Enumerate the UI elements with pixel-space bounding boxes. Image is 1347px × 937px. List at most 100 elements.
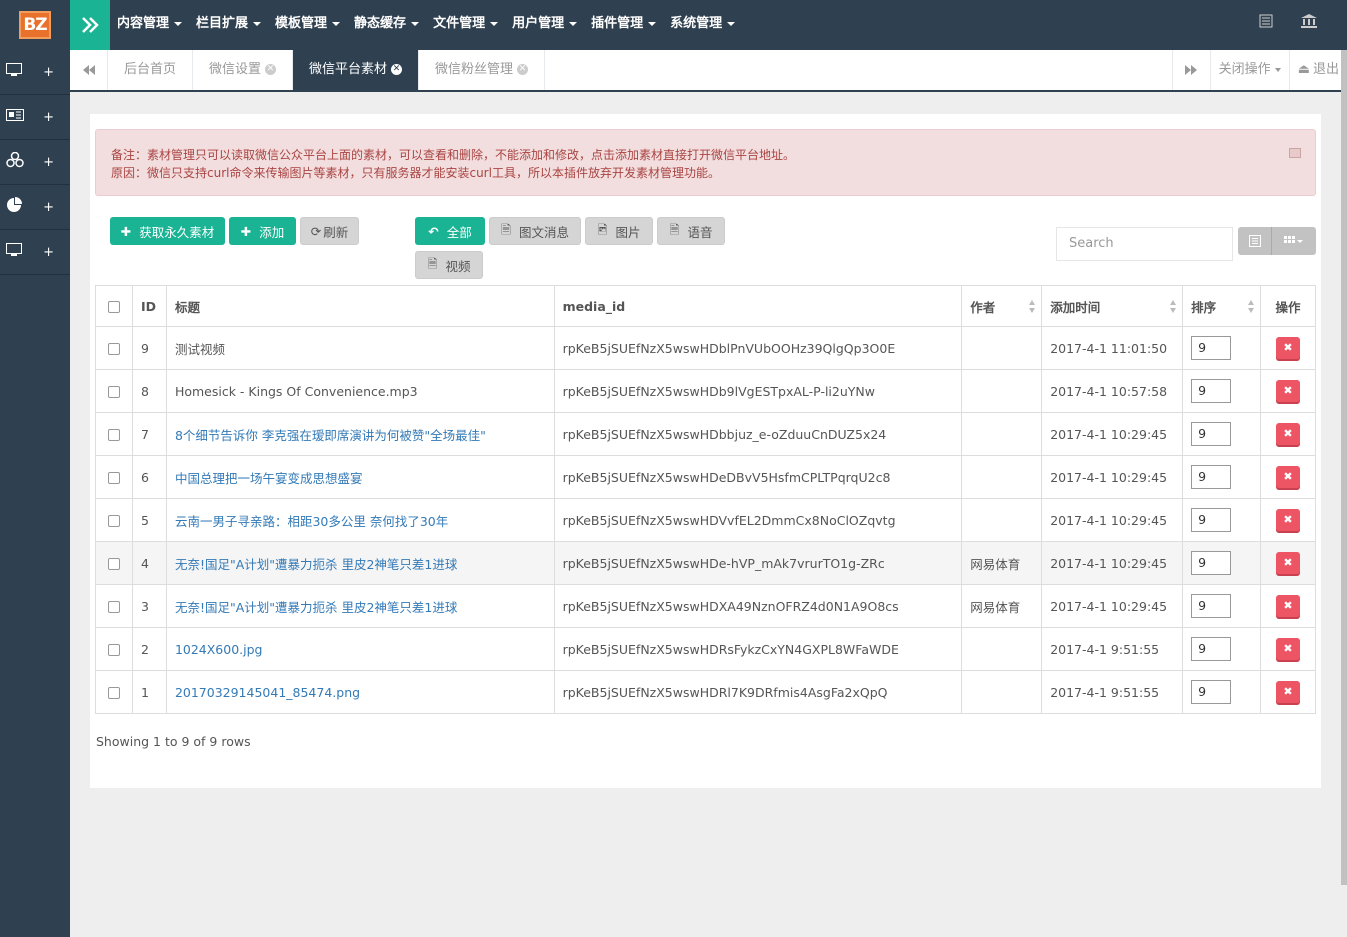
filter-video-button[interactable]: 🗎 视频: [415, 251, 483, 279]
select-all-checkbox[interactable]: [107, 301, 120, 313]
order-input[interactable]: 9: [1191, 465, 1232, 489]
tab-item[interactable]: 微信设置 ✕: [193, 50, 294, 90]
row-checkbox[interactable]: [107, 558, 120, 570]
app-logo[interactable]: BZ: [0, 0, 70, 50]
delete-button[interactable]: ✖: [1276, 638, 1301, 660]
chevron-down-icon: [332, 21, 341, 26]
order-input[interactable]: 9: [1191, 680, 1232, 704]
column-header-order[interactable]: 排序: [1182, 285, 1262, 327]
time-header-label: 添加时间: [1050, 299, 1101, 315]
delete-button[interactable]: ✖: [1276, 681, 1301, 703]
topnav-item[interactable]: 模板管理: [268, 0, 347, 50]
cell-media-id: rpKeB5jSUEfNzX5wswHDblPnVUbOOHz39QlgQp3O…: [553, 326, 963, 370]
tab-scroll-right-button[interactable]: [1171, 50, 1210, 90]
image-icon: 🖻: [597, 221, 608, 237]
row-checkbox[interactable]: [107, 601, 120, 613]
topnav-item[interactable]: 静态缓存: [347, 0, 426, 50]
close-ops-label: 关闭操作: [1218, 62, 1271, 77]
cell-title[interactable]: 20170329145041_85474.png: [165, 670, 555, 714]
order-input[interactable]: 9: [1191, 551, 1232, 575]
order-input[interactable]: 9: [1191, 637, 1232, 661]
delete-button[interactable]: ✖: [1276, 509, 1301, 531]
cell-title[interactable]: 无奈!国足"A计划"遭暴力扼杀 里皮2神笔只差1进球: [165, 541, 555, 585]
filter-all-button[interactable]: ↶ 全部: [415, 217, 485, 245]
alert-close-icon[interactable]: [1289, 148, 1301, 158]
sidebar-item[interactable]: +: [0, 230, 70, 275]
add-button[interactable]: ✚ 添加: [229, 217, 296, 245]
delete-button[interactable]: ✖: [1276, 380, 1301, 402]
cell-title[interactable]: 8个细节告诉你 李克强在瑷即席演讲为何被赞"全场最佳": [165, 412, 555, 456]
sidebar-item[interactable]: +: [0, 185, 70, 230]
row-checkbox[interactable]: [107, 429, 120, 441]
refresh-button[interactable]: ⟳ 刷新: [300, 217, 359, 245]
row-checkbox[interactable]: [107, 687, 120, 699]
double-chevron-right-icon: [82, 17, 99, 33]
column-header-media-id: media_id: [553, 285, 963, 327]
bank-icon[interactable]: [1301, 14, 1317, 28]
close-icon[interactable]: ✕: [265, 64, 277, 75]
topnav-item[interactable]: 内容管理: [110, 0, 189, 50]
tab-label: 微信平台素材: [309, 62, 388, 77]
search-input[interactable]: Search: [1056, 227, 1233, 261]
delete-button[interactable]: ✖: [1276, 466, 1301, 488]
list-view-button[interactable]: [1238, 227, 1271, 255]
cell-media-id: rpKeB5jSUEfNzX5wswHDb9lVgESTpxAL-P-li2uY…: [553, 369, 963, 413]
tab-item[interactable]: 微信粉丝管理 ✕: [419, 50, 546, 90]
order-input[interactable]: 9: [1191, 379, 1232, 403]
columns-dropdown-button[interactable]: [1271, 227, 1316, 255]
close-icon[interactable]: ✕: [517, 64, 529, 75]
refresh-label: 刷新: [323, 224, 349, 240]
cell-title[interactable]: 中国总理把一场午宴变成思想盛宴: [165, 455, 555, 499]
pie-chart-icon: [6, 197, 22, 217]
cell-title[interactable]: 云南一男子寻亲路：相距30多公里 奈何找了30年: [165, 498, 555, 542]
sidebar-item[interactable]: +: [0, 50, 70, 95]
grid-icon: [1284, 236, 1303, 243]
delete-button[interactable]: ✖: [1276, 595, 1301, 617]
topnav-item[interactable]: 文件管理: [426, 0, 505, 50]
backward-icon: [82, 65, 95, 75]
row-checkbox[interactable]: [107, 644, 120, 656]
order-input[interactable]: 9: [1191, 594, 1232, 618]
row-checkbox[interactable]: [107, 343, 120, 355]
delete-button[interactable]: ✖: [1276, 337, 1301, 359]
table-row: 3 无奈!国足"A计划"遭暴力扼杀 里皮2神笔只差1进球 rpKeB5jSUEfNz…: [95, 584, 1316, 628]
tab-item[interactable]: 后台首页: [108, 50, 194, 90]
cell-author: [961, 412, 1043, 456]
close-icon[interactable]: ✕: [391, 64, 403, 75]
topnav-item[interactable]: 系统管理: [663, 0, 742, 50]
filter-news-button[interactable]: 🗎 图文消息: [489, 217, 581, 245]
column-header-time[interactable]: 添加时间: [1041, 285, 1184, 327]
row-checkbox[interactable]: [107, 515, 120, 527]
sidebar-item[interactable]: +: [0, 140, 70, 185]
topnav-item[interactable]: 插件管理: [584, 0, 663, 50]
order-input[interactable]: 9: [1191, 336, 1232, 360]
close-ops-dropdown[interactable]: 关闭操作: [1209, 50, 1289, 90]
topnav-label: 模板管理: [275, 16, 328, 31]
row-checkbox[interactable]: [107, 472, 120, 484]
fetch-permanent-button[interactable]: ✚ 获取永久素材: [110, 217, 225, 245]
forward-icon: [1185, 65, 1198, 75]
order-input[interactable]: 9: [1191, 422, 1232, 446]
delete-button[interactable]: ✖: [1276, 423, 1301, 445]
topnav-item[interactable]: 栏目扩展: [189, 0, 268, 50]
cell-author: [961, 498, 1043, 542]
sidebar-toggle-button[interactable]: [70, 0, 110, 50]
column-header-author[interactable]: 作者: [961, 285, 1043, 327]
view-toggle: [1238, 227, 1316, 255]
logout-button[interactable]: ⏏ 退出: [1288, 50, 1347, 90]
alert-line-1: 备注：素材管理只可以读取微信公众平台上面的素材，可以查看和删除，不能添加和修改，…: [111, 148, 796, 162]
row-checkbox[interactable]: [107, 386, 120, 398]
tab-scroll-left-button[interactable]: [70, 50, 108, 90]
topnav-item[interactable]: 用户管理: [505, 0, 584, 50]
sidebar-item[interactable]: +: [0, 95, 70, 140]
delete-button[interactable]: ✖: [1276, 552, 1301, 574]
table-row: 8 Homesick - Kings Of Convenience.mp3 rpKe…: [95, 369, 1316, 413]
list-icon[interactable]: [1259, 14, 1273, 28]
cell-title[interactable]: 1024X600.jpg: [165, 627, 555, 671]
page-scrollbar[interactable]: [1341, 50, 1347, 885]
filter-image-button[interactable]: 🖻 图片: [585, 217, 653, 245]
tab-item[interactable]: 微信平台素材 ✕: [293, 50, 420, 90]
filter-voice-button[interactable]: 🗎 语音: [657, 217, 725, 245]
order-input[interactable]: 9: [1191, 508, 1232, 532]
cell-title[interactable]: 无奈!国足"A计划"遭暴力扼杀 里皮2神笔只差1进球: [165, 584, 555, 628]
